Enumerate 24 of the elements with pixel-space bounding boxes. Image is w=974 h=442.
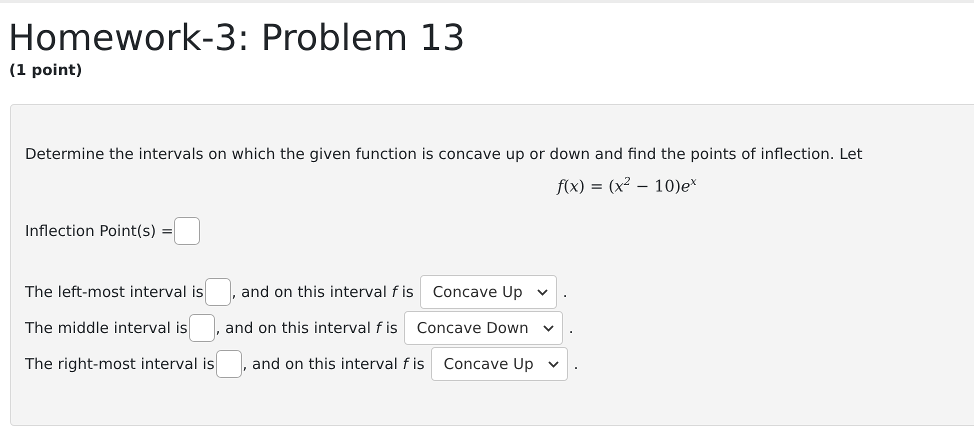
interval-label: The right-most interval is xyxy=(25,355,215,374)
interval-text: , and on this interval f is xyxy=(232,283,414,302)
points-label: (1 point) xyxy=(9,61,84,79)
chevron-down-icon xyxy=(542,324,554,332)
chevron-down-icon xyxy=(548,360,559,368)
function-formula: f(x) = (x$^{2}$ − 10)e$^{x}$ xyxy=(556,175,698,196)
interval-text: , and on this interval f is xyxy=(242,355,425,374)
answer-field[interactable] xyxy=(216,350,242,378)
answer-field[interactable] xyxy=(174,217,200,246)
period-text: . xyxy=(568,319,574,338)
page-title: Homework-3: Problem 13 xyxy=(8,17,466,61)
problem-statement: Determine the intervals on which the given function is concave up or down and find the points of inflection. Let xyxy=(25,144,864,165)
inflection-label: Inflection Point(s) = xyxy=(25,222,174,240)
period-text: . xyxy=(574,355,578,374)
period-text: . xyxy=(562,283,568,302)
answer-field[interactable] xyxy=(188,314,215,342)
interval-label: The left-most interval is xyxy=(25,283,204,302)
concavity-dropdown[interactable]: Concave Up xyxy=(430,347,568,382)
interval-text: , and on this interval f is xyxy=(216,319,398,338)
answer-field[interactable] xyxy=(204,278,231,306)
chevron-down-icon xyxy=(536,288,548,296)
concavity-dropdown[interactable]: Concave Down xyxy=(404,311,563,346)
interval-label: The middle interval is xyxy=(25,319,188,338)
concavity-dropdown[interactable]: Concave Up xyxy=(420,275,557,310)
